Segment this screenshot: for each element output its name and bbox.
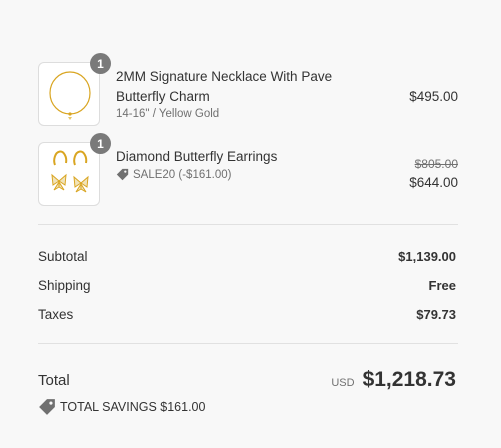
line-item: 1 2MM Signature Necklace With Pave Butte… <box>38 53 458 128</box>
item-price: $495.00 <box>409 89 458 104</box>
product-thumbnail: 1 <box>38 133 111 206</box>
shipping-row: Shipping Free <box>38 275 456 295</box>
subtotal-row: Subtotal $1,139.00 <box>38 246 456 266</box>
item-info: 2MM Signature Necklace With Pave Butterf… <box>116 67 356 120</box>
necklace-icon <box>49 71 91 120</box>
quantity-badge: 1 <box>90 53 111 74</box>
total-savings-label: TOTAL SAVINGS $161.00 <box>60 400 206 414</box>
total-row: Total USD $1,218.73 <box>38 366 456 394</box>
subtotal-label: Subtotal <box>38 248 88 264</box>
total-label: Total <box>38 371 70 389</box>
item-info: Diamond Butterfly Earrings SALE20 (-$161… <box>116 147 356 181</box>
total-value: $1,218.73 <box>362 368 456 391</box>
subtotal-value: $1,139.00 <box>398 248 456 264</box>
taxes-row: Taxes $79.73 <box>38 304 456 324</box>
divider <box>38 224 458 225</box>
shipping-value: Free <box>428 277 456 293</box>
earrings-icon <box>51 150 89 193</box>
shipping-label: Shipping <box>38 277 91 293</box>
tag-icon <box>39 399 55 415</box>
item-title: Diamond Butterfly Earrings <box>116 149 278 164</box>
quantity-badge: 1 <box>90 133 111 154</box>
taxes-value: $79.73 <box>416 306 456 322</box>
taxes-label: Taxes <box>38 306 74 322</box>
product-thumbnail: 1 <box>38 53 111 126</box>
tag-icon <box>116 168 129 181</box>
total-amount: USD $1,218.73 <box>331 368 456 392</box>
item-title: 2MM Signature Necklace With Pave Butterf… <box>116 69 333 104</box>
item-price: $644.00 <box>409 175 458 190</box>
divider <box>38 343 458 344</box>
discount-code-label: SALE20 (-$161.00) <box>133 168 232 181</box>
discount-code: SALE20 (-$161.00) <box>116 168 356 181</box>
total-savings: TOTAL SAVINGS $161.00 <box>38 398 205 416</box>
item-variant: 14-16" / Yellow Gold <box>116 108 220 120</box>
order-summary: 1 2MM Signature Necklace With Pave Butte… <box>0 0 501 448</box>
currency-code: USD <box>331 377 355 389</box>
original-price: $805.00 <box>414 157 458 171</box>
line-item: 1 Diamond Butterfly Earrings SALE20 (-$1… <box>38 133 458 206</box>
